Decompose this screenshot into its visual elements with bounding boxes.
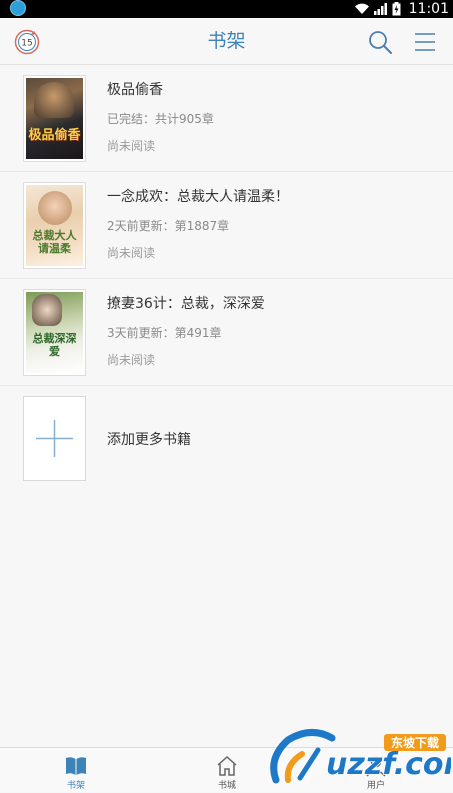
cover-title-text: 总裁大人请温柔 <box>32 229 77 255</box>
battery-icon <box>392 2 401 16</box>
book-cover[interactable]: 总裁深深爱 <box>23 289 86 376</box>
book-read-progress: 尚未阅读 <box>107 139 156 153</box>
wifi-icon <box>354 3 369 15</box>
book-item[interactable]: 极品偷香 极品偷香 已完结：共计905章 尚未阅读 <box>0 65 453 172</box>
book-update-status: 已完结：共计905章 <box>107 112 214 126</box>
search-icon[interactable] <box>367 29 393 55</box>
uzzf-watermark-logo: uzzf.com 东坡下载 <box>270 729 451 784</box>
watermark-cn: 东坡下载 <box>391 735 439 750</box>
home-icon <box>217 755 237 776</box>
book-update-status: 3天前更新：第491章 <box>107 326 222 340</box>
app-bar: 15 书架 <box>0 18 453 65</box>
book-title[interactable]: 极品偷香 <box>107 79 163 99</box>
status-indicators: 11:01 <box>354 0 449 18</box>
cover-title-text: 极品偷香 <box>28 128 81 143</box>
watermark-brand: uzzf.com <box>326 747 451 782</box>
book-cover[interactable]: 总裁大人请温柔 <box>23 182 86 269</box>
nav-tab-bookstore[interactable]: 书城 <box>177 748 277 793</box>
book-open-icon <box>66 757 86 775</box>
app-notification-icon <box>10 0 26 16</box>
menu-icon[interactable] <box>413 30 437 54</box>
cover-title-text: 总裁深深爱 <box>32 332 77 358</box>
add-more-books-label[interactable]: 添加更多书籍 <box>107 429 191 449</box>
nav-label: 书城 <box>217 781 236 791</box>
bookshelf-list: 极品偷香 极品偷香 已完结：共计905章 尚未阅读 总裁大人请温柔 一念成欢：总… <box>0 65 453 493</box>
nav-tab-bookshelf[interactable]: 书架 <box>26 748 126 793</box>
add-book-button[interactable] <box>23 396 86 481</box>
add-more-books-item[interactable]: 添加更多书籍 <box>0 386 453 493</box>
book-item[interactable]: 总裁深深爱 撩妻36计：总裁，深深爱 3天前更新：第491章 尚未阅读 <box>0 279 453 386</box>
status-time: 11:01 <box>408 1 449 17</box>
book-title[interactable]: 一念成欢：总裁大人请温柔！ <box>107 186 289 206</box>
book-title[interactable]: 撩妻36计：总裁，深深爱 <box>107 293 265 313</box>
book-read-progress: 尚未阅读 <box>107 246 156 260</box>
status-bar: 11:01 <box>0 0 453 18</box>
book-item[interactable]: 总裁大人请温柔 一念成欢：总裁大人请温柔！ 2天前更新：第1887章 尚未阅读 <box>0 172 453 279</box>
book-update-status: 2天前更新：第1887章 <box>107 219 230 233</box>
book-cover[interactable]: 极品偷香 <box>23 75 86 162</box>
plus-icon <box>36 420 73 457</box>
nav-label: 书架 <box>66 781 85 791</box>
book-read-progress: 尚未阅读 <box>107 353 156 367</box>
signal-icon <box>373 3 387 15</box>
